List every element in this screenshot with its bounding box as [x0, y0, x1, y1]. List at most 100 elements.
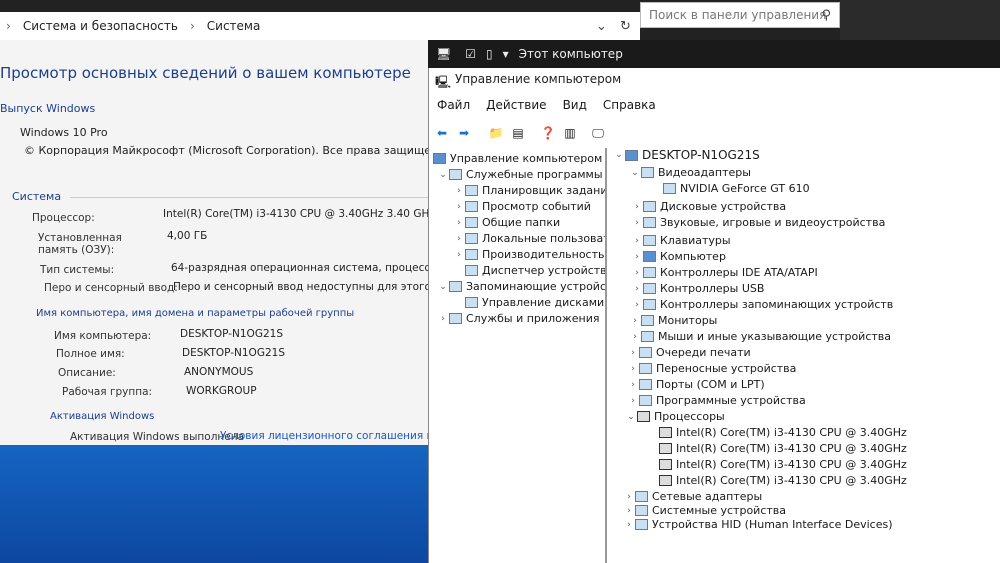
speaker-icon — [643, 217, 656, 228]
device-category-usb[interactable]: › Контроллеры USB — [631, 282, 764, 295]
tree-item-device-manager[interactable]: Диспетчер устройств — [465, 264, 605, 277]
tree-item-disk-management[interactable]: Управление дисками — [465, 296, 604, 309]
device-gpu[interactable]: NVIDIA GeForce GT 610 — [663, 182, 810, 195]
device-category-monitors[interactable]: › Мониторы — [629, 314, 717, 327]
device-category-disk[interactable]: › Дисковые устройства — [631, 200, 786, 213]
device-category-hid[interactable]: › Устройства HID (Human Interface Devices… — [623, 518, 892, 531]
chevron-right-icon[interactable]: › — [629, 316, 641, 326]
properties-icon[interactable]: ▤ — [509, 124, 527, 142]
menu-file[interactable]: Файл — [437, 98, 470, 112]
processor-icon — [659, 427, 672, 438]
copyright-text: © Корпорация Майкрософт (Microsoft Corpo… — [24, 144, 451, 157]
users-icon — [465, 233, 478, 244]
chevron-right-icon[interactable]: › — [623, 506, 635, 516]
device-cpu-core[interactable]: Intel(R) Core(TM) i3-4130 CPU @ 3.40GHz — [659, 442, 907, 455]
up-folder-icon[interactable]: 📁 — [487, 124, 505, 142]
chevron-right-icon[interactable]: › — [627, 396, 639, 406]
device-label: Клавиатуры — [660, 234, 731, 247]
back-arrow-icon[interactable]: ⬅ — [433, 124, 451, 142]
device-cpu-core[interactable]: Intel(R) Core(TM) i3-4130 CPU @ 3.40GHz — [659, 458, 907, 471]
chevron-right-icon[interactable]: › — [437, 314, 449, 324]
device-category-processors[interactable]: ⌄ Процессоры — [625, 410, 725, 423]
device-category-software[interactable]: › Программные устройства — [627, 394, 806, 407]
tree-item-services[interactable]: › Службы и приложения — [437, 312, 599, 325]
view-icon[interactable]: ▥ — [561, 124, 579, 142]
chevron-down-icon[interactable]: ⌄ — [625, 412, 637, 422]
chevron-down-icon[interactable]: ▾ — [503, 47, 509, 61]
chevron-right-icon[interactable]: › — [453, 218, 465, 228]
address-bar[interactable]: › Система и безопасность › Система ⌄ ↻ — [0, 12, 640, 40]
tree-item-root[interactable]: Управление компьютером (л — [433, 152, 605, 165]
tree-item-system-tools[interactable]: ⌄ Служебные программы — [437, 168, 602, 181]
search-icon[interactable]: ⚲ — [821, 8, 831, 23]
monitor-icon[interactable]: 🖵 — [589, 124, 607, 142]
computer-name-value: DESKTOP-N1OG21S — [180, 328, 283, 340]
device-category-system[interactable]: › Системные устройства — [623, 504, 786, 517]
device-category-keyboard[interactable]: › Клавиатуры — [631, 234, 731, 247]
device-category-portable[interactable]: › Переносные устройства — [627, 362, 796, 375]
device-category-storage-controllers[interactable]: › Контроллеры запоминающих устройств — [631, 298, 893, 311]
tree-item-local-users[interactable]: › Локальные пользовате — [453, 232, 605, 245]
check-icon[interactable]: ☑ — [465, 47, 476, 61]
chevron-right-icon[interactable]: › — [453, 250, 465, 260]
device-cpu-core[interactable]: Intel(R) Core(TM) i3-4130 CPU @ 3.40GHz — [659, 474, 907, 487]
search-input[interactable]: Поиск в панели управления ⚲ — [640, 2, 840, 28]
desktop-background — [0, 445, 440, 563]
processor-label: Процессор: — [32, 212, 95, 224]
chevron-right-icon[interactable]: › — [631, 236, 643, 246]
menu-help[interactable]: Справка — [603, 98, 656, 112]
tree-item-event-viewer[interactable]: › Просмотр событий — [453, 200, 591, 213]
workgroup-value: WORKGROUP — [186, 385, 257, 397]
help-icon[interactable]: ❓ — [539, 124, 557, 142]
device-label: Контроллеры запоминающих устройств — [660, 298, 894, 311]
chevron-right-icon[interactable]: › — [627, 348, 639, 358]
network-adapter-icon — [635, 491, 648, 502]
chevron-right-icon[interactable]: › — [631, 300, 643, 310]
performance-icon — [465, 249, 478, 260]
device-category-display[interactable]: ⌄ Видеоадаптеры — [629, 166, 751, 179]
tree-item-task-scheduler[interactable]: › Планировщик заданий — [453, 184, 605, 197]
device-category-network[interactable]: › Сетевые адаптеры — [623, 490, 762, 503]
refresh-icon[interactable]: ↻ — [620, 19, 631, 34]
chevron-right-icon[interactable]: › — [453, 234, 465, 244]
tree-item-storage[interactable]: ⌄ Запоминающие устройст — [437, 280, 605, 293]
tree-item-shared-folders[interactable]: › Общие папки — [453, 216, 560, 229]
computer-management-icon — [433, 153, 446, 164]
processor-icon — [659, 459, 672, 470]
chevron-down-icon[interactable]: ⌄ — [629, 168, 641, 178]
chevron-right-icon[interactable]: › — [631, 284, 643, 294]
device-category-ports[interactable]: › Порты (COM и LPT) — [627, 378, 764, 391]
chevron-right-icon[interactable]: › — [629, 332, 641, 342]
menu-action[interactable]: Действие — [486, 98, 546, 112]
software-device-icon — [639, 395, 652, 406]
chevron-right-icon[interactable]: › — [623, 520, 635, 530]
navigation-tree: Управление компьютером (л ⌄ Служебные про… — [429, 148, 607, 563]
tree-item-performance[interactable]: › Производительность — [453, 248, 604, 261]
breadcrumb-system[interactable]: Система — [207, 19, 261, 33]
chevron-right-icon[interactable]: › — [623, 492, 635, 502]
chevron-down-icon[interactable]: ⌄ — [596, 19, 607, 34]
chevron-right-icon[interactable]: › — [631, 252, 643, 262]
chevron-right-icon[interactable]: › — [631, 268, 643, 278]
device-root[interactable]: ⌄ DESKTOP-N1OG21S — [613, 148, 759, 162]
document-icon[interactable]: ▯ — [486, 47, 493, 61]
chevron-down-icon[interactable]: ⌄ — [437, 170, 449, 180]
breadcrumb-system-security[interactable]: Система и безопасность — [23, 19, 178, 33]
forward-arrow-icon[interactable]: ➡ — [455, 124, 473, 142]
chevron-right-icon[interactable]: › — [627, 380, 639, 390]
chevron-down-icon[interactable]: ⌄ — [437, 282, 449, 292]
chevron-right-icon[interactable]: › — [453, 202, 465, 212]
device-category-print-queues[interactable]: › Очереди печати — [627, 346, 751, 359]
chevron-right-icon[interactable]: › — [631, 218, 643, 228]
device-category-mice[interactable]: › Мыши и иные указывающие устройства — [629, 330, 891, 343]
device-category-computer[interactable]: › Компьютер — [631, 250, 726, 263]
chevron-down-icon[interactable]: ⌄ — [613, 150, 625, 160]
device-cpu-core[interactable]: Intel(R) Core(TM) i3-4130 CPU @ 3.40GHz — [659, 426, 907, 439]
device-label: Системные устройства — [652, 504, 786, 517]
chevron-right-icon[interactable]: › — [631, 202, 643, 212]
menu-view[interactable]: Вид — [563, 98, 587, 112]
chevron-right-icon[interactable]: › — [453, 186, 465, 196]
device-category-sound[interactable]: › Звуковые, игровые и видеоустройства — [631, 216, 885, 229]
device-category-ide[interactable]: › Контроллеры IDE ATA/ATAPI — [631, 266, 818, 279]
chevron-right-icon[interactable]: › — [627, 364, 639, 374]
